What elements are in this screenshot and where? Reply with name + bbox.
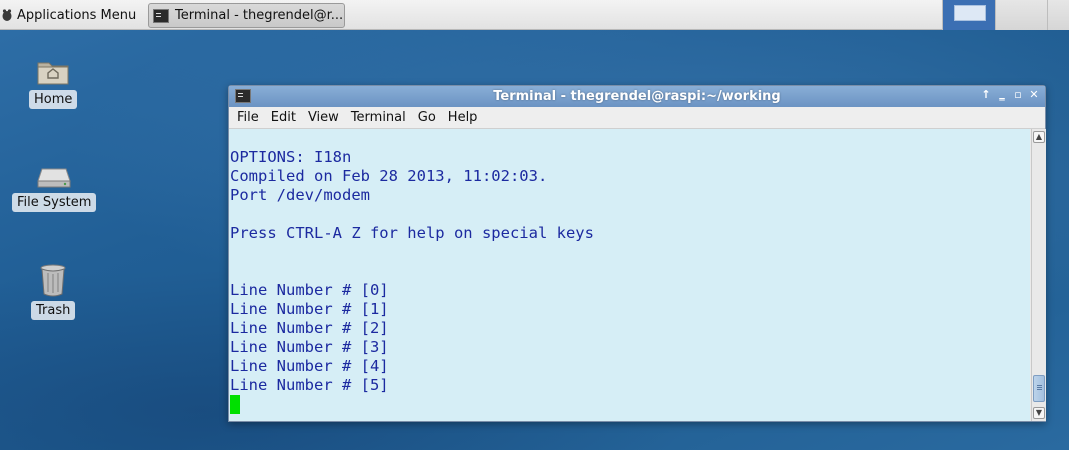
terminal-line: Port /dev/modem [230, 186, 370, 204]
taskbar-terminal-button[interactable]: Terminal - thegrendel@r... [148, 3, 345, 28]
vertical-scrollbar[interactable]: ▲ ▼ [1031, 129, 1046, 421]
desktop-icon-trash[interactable]: Trash [31, 263, 76, 320]
terminal-line: Line Number # [0] [230, 281, 389, 299]
terminal-window: Terminal - thegrendel@raspi:~/working ↑ … [228, 85, 1046, 422]
minimize-button[interactable]: ‗ [997, 88, 1007, 101]
menu-view[interactable]: View [302, 110, 345, 125]
home-folder-icon [37, 62, 69, 85]
terminal-icon [153, 8, 169, 23]
workspace-2[interactable] [995, 0, 1047, 30]
terminal-line: Press CTRL-A Z for help on special keys [230, 224, 594, 242]
drive-icon [37, 168, 71, 188]
terminal-line: Compiled on Feb 28 2013, 11:02:03. [230, 167, 548, 185]
applications-menu-label: Applications Menu [17, 7, 137, 23]
terminal-output[interactable]: OPTIONS: I18n Compiled on Feb 28 2013, 1… [229, 129, 1030, 421]
desktop-icon-label: Trash [31, 301, 76, 320]
shade-button[interactable]: ↑ [981, 88, 991, 101]
terminal-line: Line Number # [1] [230, 300, 389, 318]
desktop-icon-label: File System [12, 193, 97, 212]
top-panel: Applications Menu Terminal - thegrendel@… [0, 0, 1069, 30]
scroll-down-button[interactable]: ▼ [1033, 407, 1045, 419]
window-title: Terminal - thegrendel@raspi:~/working [493, 89, 781, 104]
scroll-up-button[interactable]: ▲ [1033, 131, 1045, 143]
window-titlebar[interactable]: Terminal - thegrendel@raspi:~/working ↑ … [229, 86, 1045, 107]
desktop-icon-label: Home [29, 90, 78, 109]
terminal-line: Line Number # [3] [230, 338, 389, 356]
menu-terminal[interactable]: Terminal [345, 110, 412, 125]
workspace-3[interactable] [1047, 0, 1069, 30]
maximize-button[interactable]: ▫ [1013, 88, 1023, 101]
workspace-1[interactable] [942, 0, 995, 30]
desktop-icon-home[interactable]: Home [29, 58, 78, 109]
menu-help[interactable]: Help [442, 110, 484, 125]
terminal-line: OPTIONS: I18n [230, 148, 352, 166]
scrollbar-thumb[interactable] [1033, 375, 1045, 402]
close-button[interactable]: ✕ [1029, 88, 1039, 101]
menu-go[interactable]: Go [412, 110, 442, 125]
terminal-cursor [230, 395, 240, 414]
menu-edit[interactable]: Edit [265, 110, 302, 125]
applications-menu-button[interactable]: Applications Menu [0, 4, 136, 26]
terminal-line: Line Number # [5] [230, 376, 389, 394]
workspace-pager [942, 0, 1069, 30]
menu-file[interactable]: File [231, 110, 265, 125]
menu-bar: File Edit View Terminal Go Help [229, 107, 1045, 129]
terminal-icon [235, 89, 251, 103]
xfce-mouse-icon [2, 9, 12, 21]
window-controls: ↑ ‗ ▫ ✕ [981, 88, 1039, 101]
terminal-line: Line Number # [2] [230, 319, 389, 337]
desktop-icon-file-system[interactable]: File System [12, 163, 97, 212]
trash-icon [40, 264, 66, 297]
taskbar-terminal-label: Terminal - thegrendel@r... [175, 8, 344, 23]
terminal-line: Line Number # [4] [230, 357, 389, 375]
